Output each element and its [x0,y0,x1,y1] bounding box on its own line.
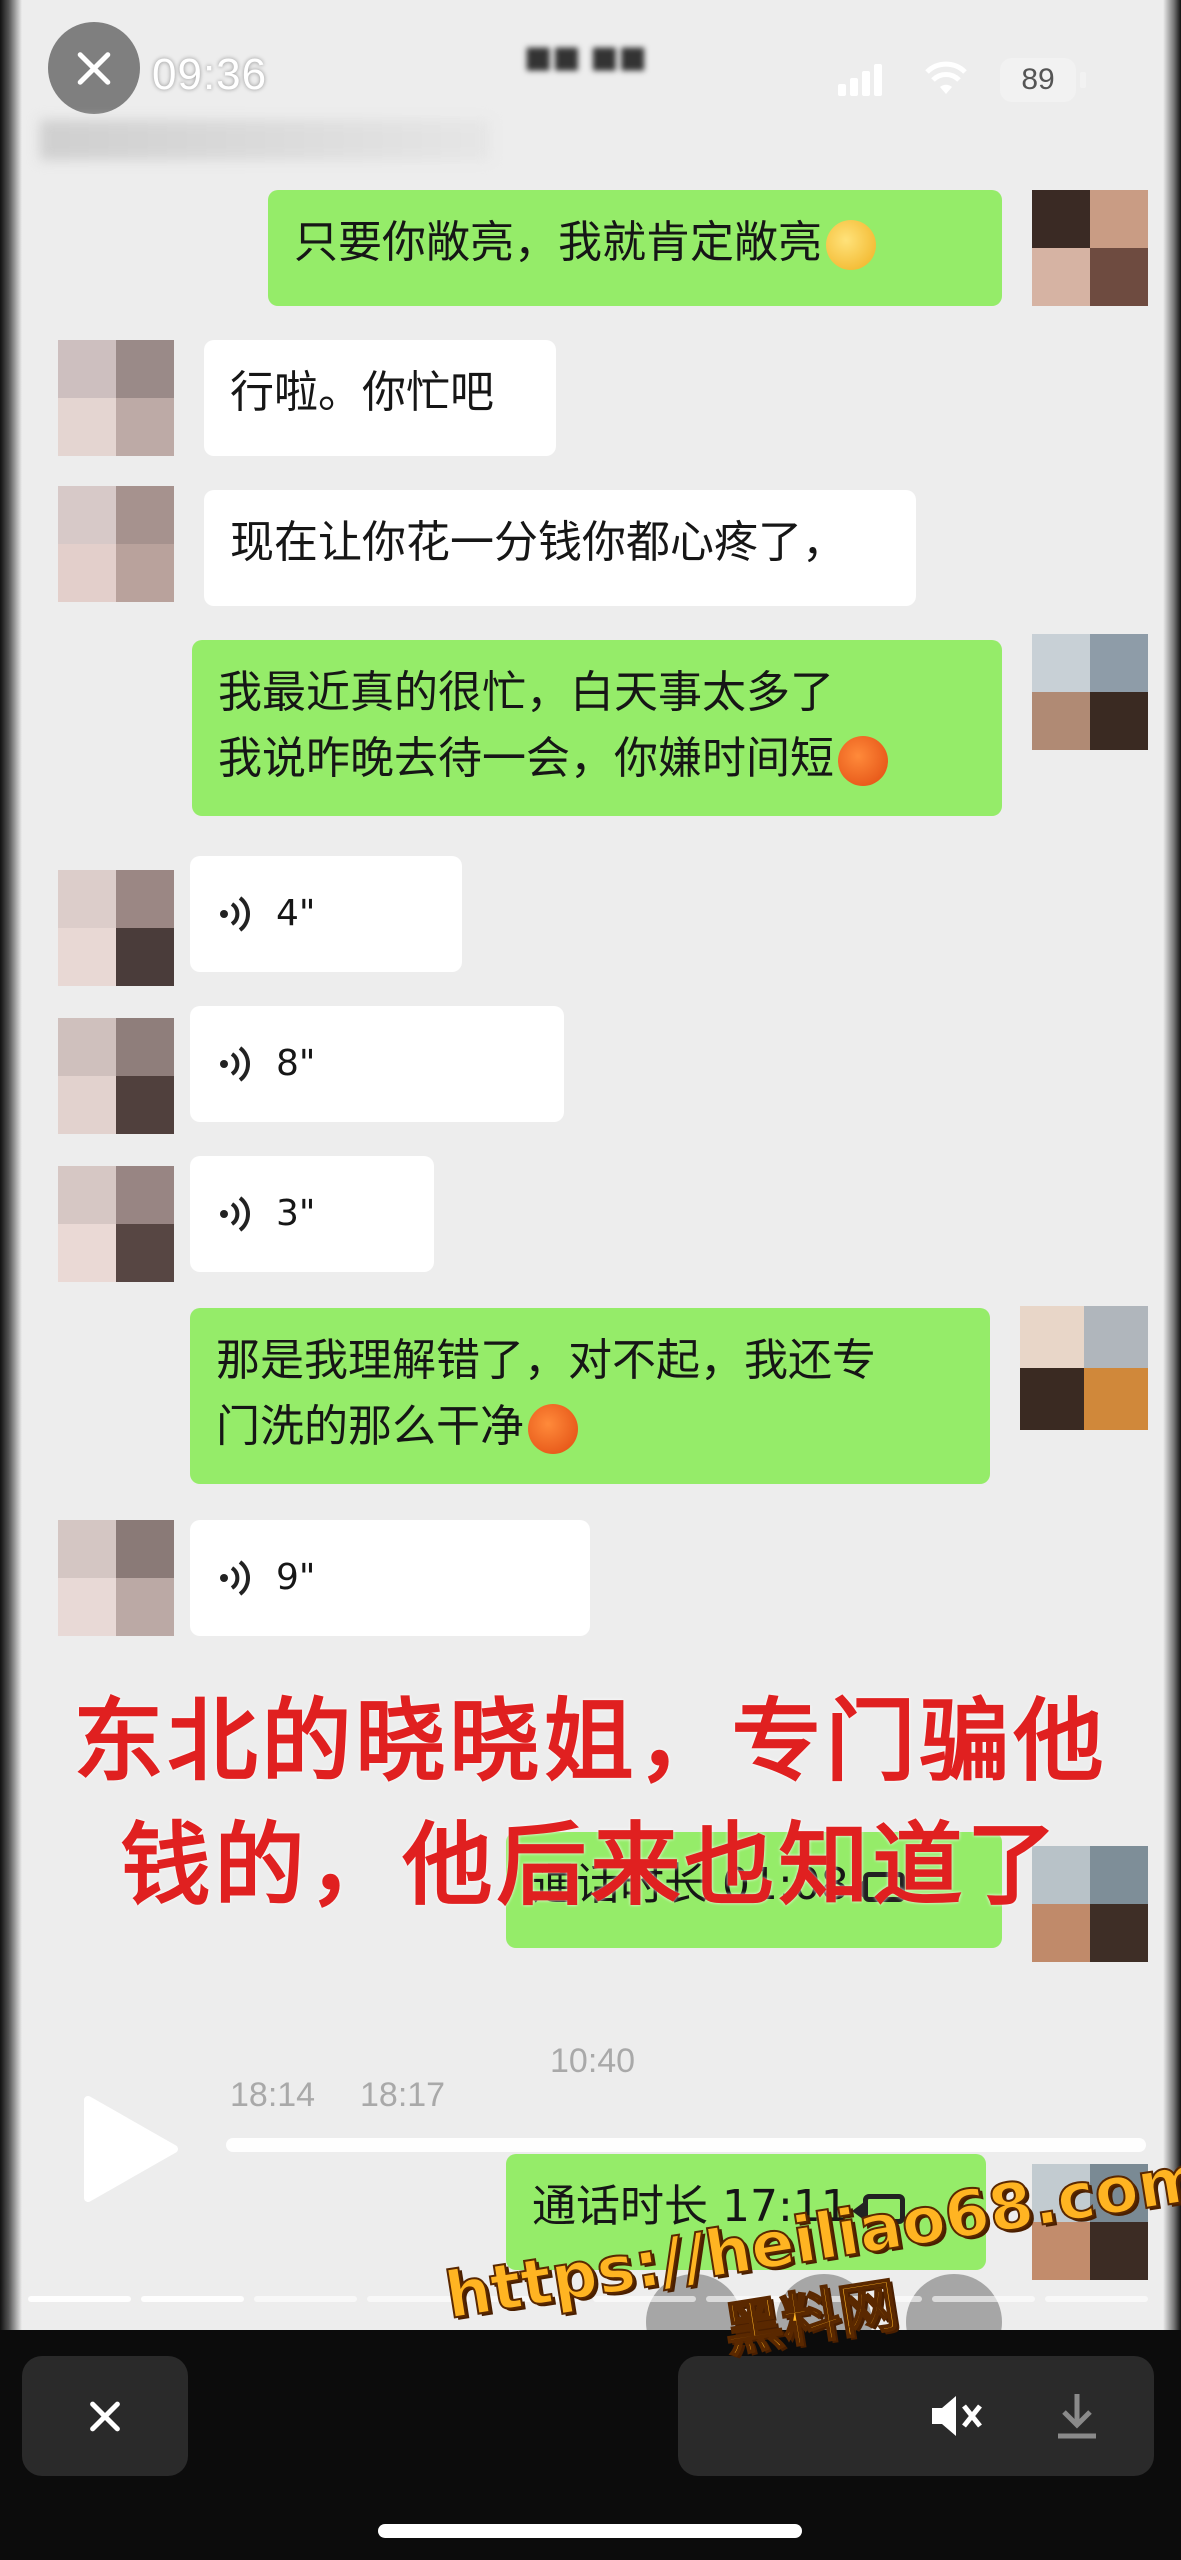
angry-emoji-icon [838,736,888,786]
message-text-line: 那是我理解错了，对不起，我还专 [216,1335,876,1386]
message-text-line: 门洗的那么干净 [216,1401,524,1452]
avatar-contact[interactable] [58,340,174,456]
voice-message[interactable]: 4" [190,856,462,972]
avatar-self[interactable] [1032,190,1148,306]
voice-duration: 3" [276,1193,316,1234]
voice-message[interactable]: 3" [190,1156,434,1272]
avatar-contact[interactable] [58,1018,174,1134]
message-bubble-sent[interactable]: 只要你敞亮，我就肯定敞亮 [268,190,1002,306]
video-frame[interactable]: 09:36 ■■ ■■ 89 只要你敞亮，我就肯定敞亮 行啦。你忙吧 现在让你花… [0,0,1181,2330]
voice-duration: 4" [276,893,316,934]
chat-title-blurred: ■■ ■■ [524,40,647,75]
download-icon[interactable] [1052,2390,1102,2442]
avatar-self[interactable] [1032,634,1148,750]
status-time: 09:36 [152,50,268,99]
avatar-contact[interactable] [58,1166,174,1282]
message-text-line: 我最近真的很忙，白天事太多了 [218,667,834,718]
avatar-contact[interactable] [58,486,174,602]
close-button[interactable] [22,2356,188,2476]
message-bubble-sent[interactable]: 那是我理解错了，对不起，我还专 门洗的那么干净 [190,1308,990,1484]
chat-timestamp: 18:14 [230,2076,316,2114]
message-text: 现在让你花一分钱你都心疼了， [230,517,846,568]
message-bubble-received[interactable]: 现在让你花一分钱你都心疼了， [204,490,916,606]
message-text: 行啦。你忙吧 [230,367,494,418]
message-text: 只要你敞亮，我就肯定敞亮 [294,217,822,268]
chat-timestamp: 18:17 [360,2076,446,2114]
cellular-signal-icon [838,64,884,96]
battery-tip [1080,72,1086,88]
angry-emoji-icon [528,1404,578,1454]
mute-icon[interactable] [928,2392,984,2440]
avatar-self[interactable] [1020,1306,1148,1430]
avatar-contact[interactable] [58,1520,174,1636]
caption-line: 钱的，他后来也知道了 [120,1813,1061,1918]
close-video-icon[interactable] [48,22,140,114]
voice-message[interactable]: 8" [190,1006,564,1122]
blurred-previous-message [40,120,490,160]
voice-wave-icon [220,1046,250,1082]
chat-timestamp: 10:40 [550,2042,636,2080]
voice-duration: 9" [276,1557,316,1598]
voice-wave-icon [220,1560,250,1596]
message-bubble-received[interactable]: 行啦。你忙吧 [204,340,556,456]
home-indicator[interactable] [378,2524,802,2538]
wifi-icon [925,61,967,94]
frame-edge-left [0,0,22,2330]
voice-duration: 8" [276,1043,316,1084]
caption-line: 东北的晓晓姐，专门骗他 [73,1689,1108,1794]
video-progress-bar[interactable] [226,2138,1146,2152]
voice-wave-icon [220,1196,250,1232]
play-icon[interactable] [80,2094,180,2204]
voice-wave-icon [220,896,250,932]
frame-edge-right [1163,0,1181,2330]
battery-level: 89 [1000,58,1076,102]
message-bubble-sent[interactable]: 我最近真的很忙，白天事太多了 我说昨晚去待一会，你嫌时间短 [192,640,1002,816]
smirk-emoji-icon [826,220,876,270]
voice-message[interactable]: 9" [190,1520,590,1636]
overlay-caption: 东北的晓晓姐，专门骗他 钱的，他后来也知道了 [0,1680,1181,1928]
message-text-line: 我说昨晚去待一会，你嫌时间短 [218,733,834,784]
avatar-contact[interactable] [58,870,174,986]
